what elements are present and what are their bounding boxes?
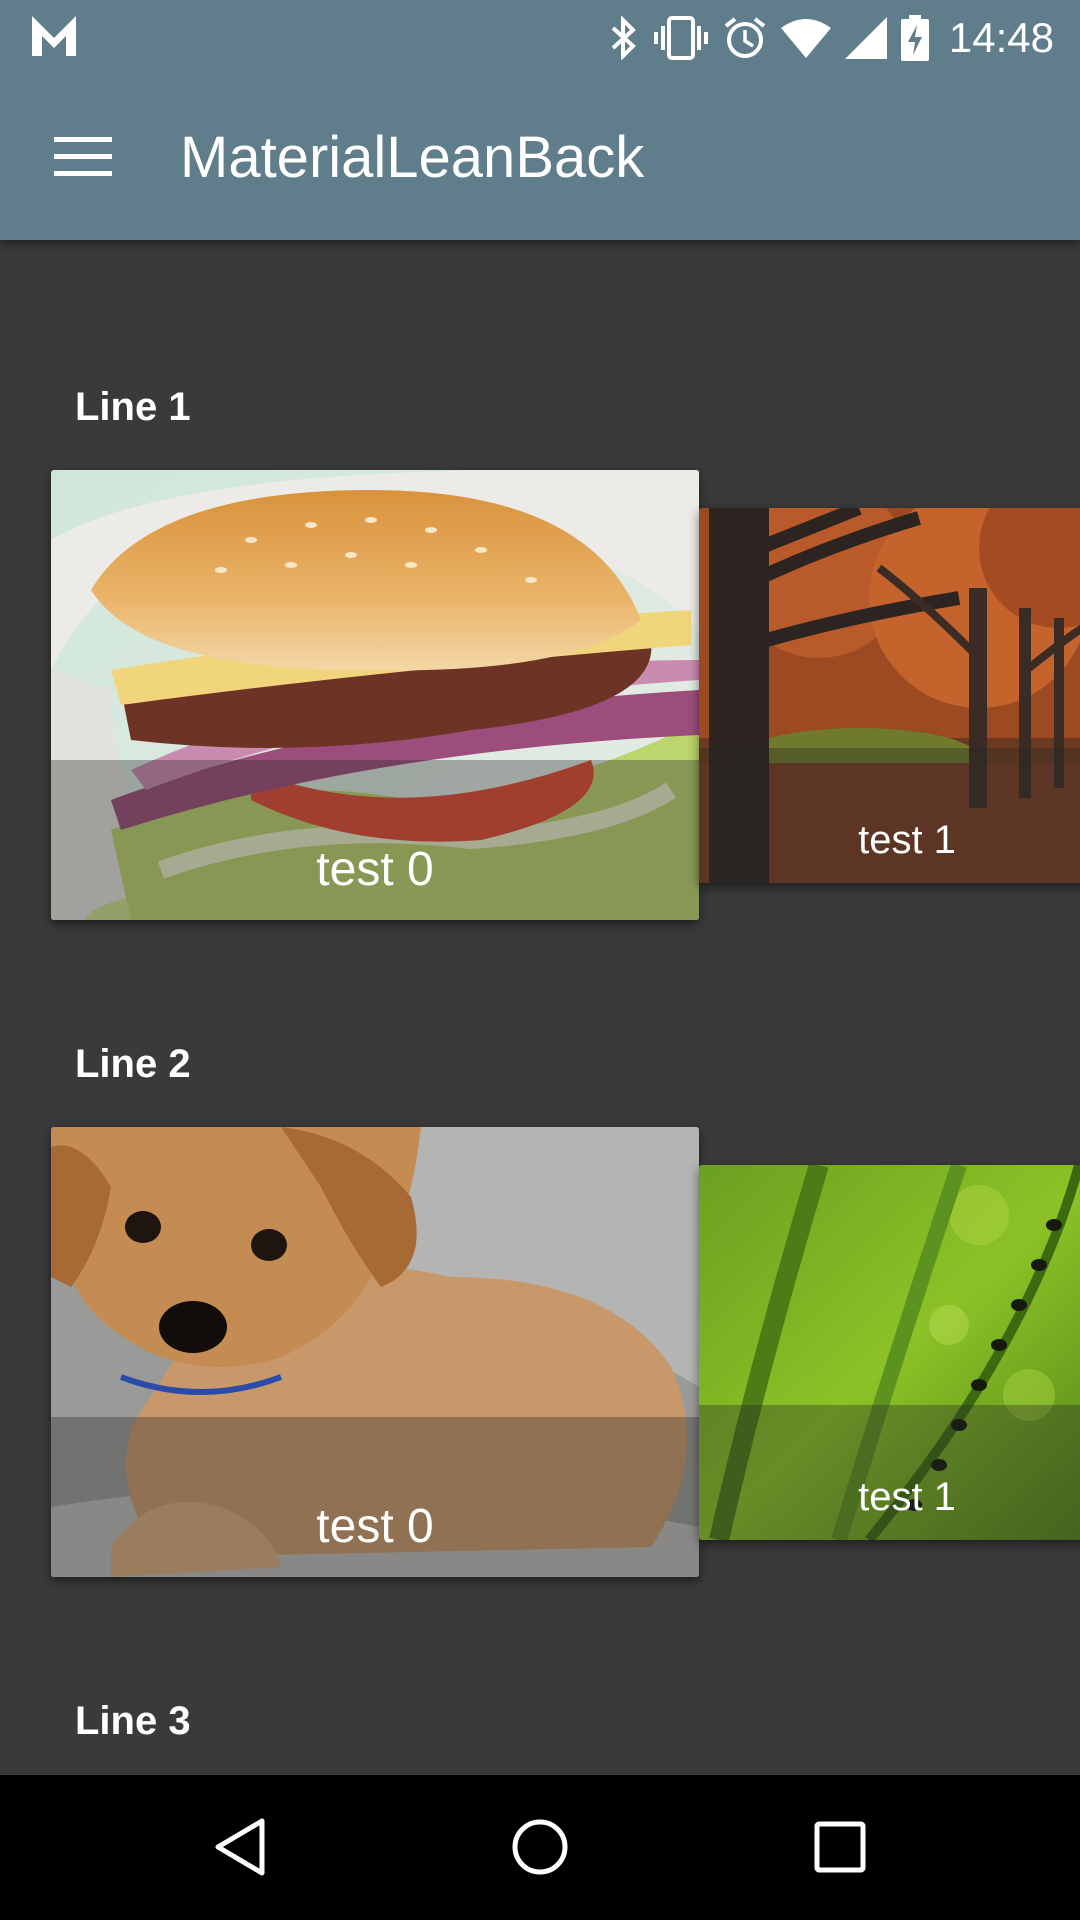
card-caption: test 0 — [316, 843, 434, 896]
wifi-icon — [780, 18, 831, 58]
back-icon[interactable] — [190, 1797, 290, 1897]
app-title: MaterialLeanBack — [180, 125, 645, 190]
alarm-icon — [723, 16, 767, 60]
row-label: Line 3 — [75, 1699, 191, 1743]
nav-bar — [0, 1775, 1080, 1920]
card-caption: test 1 — [858, 818, 956, 862]
card-puppy[interactable]: test 0 — [51, 1127, 699, 1577]
content-list[interactable]: Line 1 test 0 test 1 Line 2 test 0 test … — [0, 240, 1080, 1775]
row-label: Line 1 — [75, 385, 191, 429]
battery-charging-icon — [900, 15, 929, 61]
signal-icon — [844, 17, 887, 59]
card-caption: test 1 — [858, 1475, 956, 1519]
card-grass-ants[interactable]: test 1 — [699, 1165, 1080, 1540]
toolbar: MaterialLeanBack — [0, 75, 1080, 240]
home-icon[interactable] — [490, 1797, 590, 1897]
row-label: Line 2 — [75, 1042, 191, 1086]
card-caption: test 0 — [316, 1500, 434, 1553]
gmail-icon — [30, 14, 78, 58]
app-bar: 14:48 MaterialLeanBack — [0, 0, 1080, 240]
card-burger[interactable]: test 0 — [51, 470, 699, 920]
recents-icon[interactable] — [790, 1797, 890, 1897]
bluetooth-icon — [609, 16, 639, 60]
card-autumn-trees[interactable]: test 1 — [699, 508, 1080, 883]
hamburger-menu-icon[interactable] — [36, 113, 130, 201]
vibrate-icon — [653, 16, 709, 60]
status-bar: 14:48 — [0, 0, 1080, 75]
clock: 14:48 — [948, 14, 1054, 61]
